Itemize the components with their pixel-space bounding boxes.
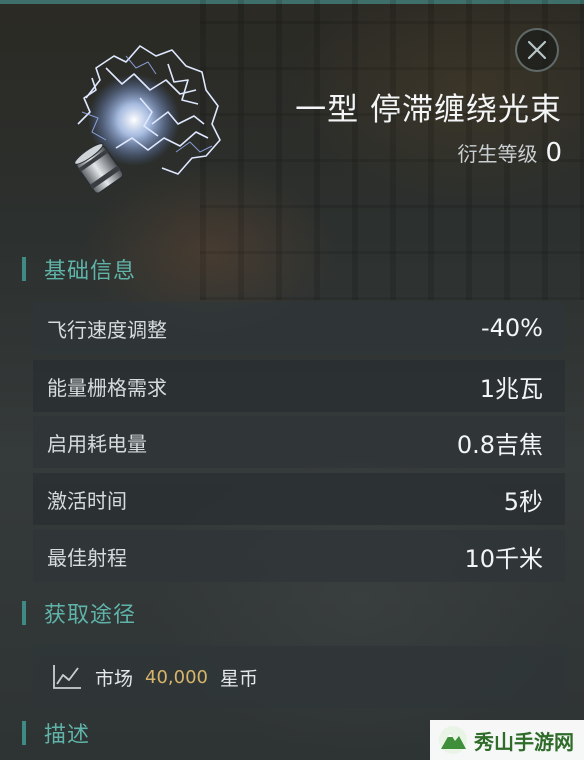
stat-row: 激活时间 5秒 (33, 473, 565, 525)
stat-row: 能量栅格需求 1兆瓦 (33, 360, 565, 412)
section-marker (22, 257, 26, 281)
stat-value: 1兆瓦 (479, 374, 543, 403)
derivation-grade: 衍生等级 0 (457, 138, 562, 168)
close-button[interactable] (515, 28, 559, 72)
watermark-text: 秀山手游网 (474, 729, 574, 754)
stat-label: 能量栅格需求 (47, 375, 167, 400)
acquisition-currency: 星币 (220, 667, 259, 690)
stat-label: 激活时间 (47, 488, 127, 513)
market-chart-icon (53, 665, 81, 689)
grade-value: 0 (545, 138, 562, 168)
stasis-webifier-module-icon (74, 45, 221, 195)
stat-row: 飞行速度调整 -40% (33, 302, 565, 354)
stat-row: 最佳射程 10千米 (33, 530, 565, 582)
acquisition-market-row[interactable]: 市场 40,000 星币 (33, 646, 565, 708)
mountain-logo-icon (439, 726, 467, 754)
section-title: 获取途径 (44, 603, 137, 628)
section-basic-info: 基础信息 (22, 254, 136, 284)
section-marker (22, 601, 26, 625)
section-title: 基础信息 (44, 259, 137, 284)
stat-value: 10千米 (464, 544, 543, 573)
stat-label: 飞行速度调整 (47, 317, 167, 342)
stat-value: 5秒 (503, 487, 543, 516)
site-watermark: 秀山手游网 (430, 720, 584, 760)
acquisition-source: 市场 (95, 667, 134, 690)
stat-label: 启用耗电量 (47, 431, 147, 456)
section-acquisition: 获取途径 (22, 598, 136, 628)
item-title: 一型 停滞缠绕光束 (295, 92, 562, 128)
section-description: 描述 (22, 718, 90, 748)
acquisition-price: 40,000 (145, 666, 208, 688)
section-marker (22, 721, 26, 745)
section-title: 描述 (44, 723, 91, 748)
stat-value: -40% (480, 314, 543, 342)
stat-row: 启用耗电量 0.8吉焦 (33, 416, 565, 468)
close-x-icon (527, 40, 547, 60)
stat-value: 0.8吉焦 (456, 430, 543, 459)
grade-label: 衍生等级 (457, 142, 538, 166)
stat-label: 最佳射程 (47, 545, 127, 570)
